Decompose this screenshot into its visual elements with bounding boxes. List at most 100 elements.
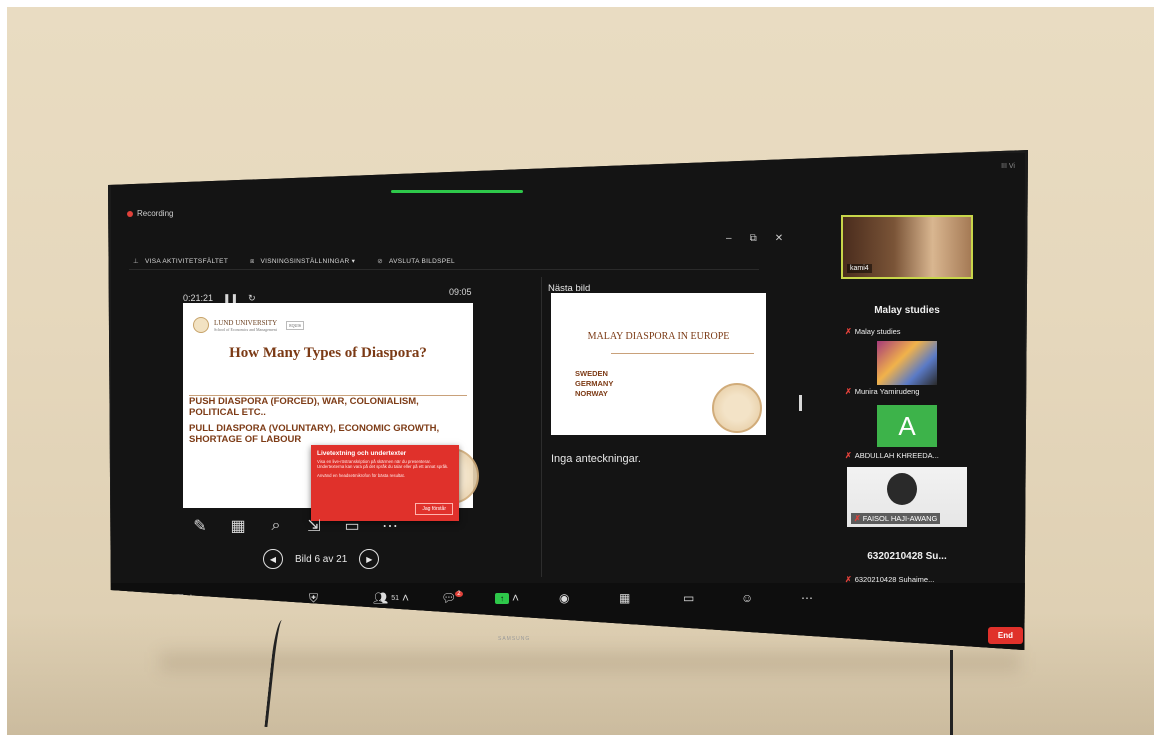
taskbar-icon: ⊥ bbox=[133, 258, 139, 265]
zoom-icon[interactable]: ⌕ bbox=[265, 515, 287, 537]
view-label[interactable]: III Vi bbox=[1001, 163, 1015, 170]
participant-name: FAISOL HAJI-AWANG bbox=[862, 514, 938, 523]
participant-row[interactable]: ✗ Malay studies bbox=[845, 327, 901, 336]
next-slide-item: SWEDEN bbox=[575, 369, 608, 378]
chevron-up-icon: ˄ bbox=[187, 591, 195, 605]
participant-name: ABDULLAH KHREEDA... bbox=[854, 451, 939, 460]
display-settings-label: VISNINGSINSTÄLLNINGAR ▾ bbox=[260, 258, 356, 265]
next-slide-seal-icon bbox=[712, 383, 762, 433]
popup-ok-button[interactable]: Jag förstår bbox=[415, 503, 453, 515]
slide-point-pull: PULL DIASPORA (VOLUNTARY), ECONOMIC GROW… bbox=[189, 423, 440, 445]
recording-dot-icon bbox=[127, 210, 133, 217]
apps-button[interactable]: ▦ bbox=[619, 591, 630, 605]
participant-row[interactable]: ✗ ABDULLAH KHREEDA... bbox=[845, 451, 939, 460]
muted-mic-icon: ✗ bbox=[845, 451, 852, 460]
active-speaker-name: kami4 bbox=[847, 264, 872, 273]
participant-row[interactable]: ✗ Munira Yamirudeng bbox=[845, 387, 919, 396]
participant-video bbox=[887, 473, 917, 505]
share-screen-icon: ↑ bbox=[495, 592, 509, 604]
pane-divider[interactable] bbox=[541, 277, 542, 577]
slide-counter: Bild 6 av 21 bbox=[295, 553, 348, 565]
show-taskbar-button[interactable]: ⊥ VISA AKTIVITETSFÄLTET bbox=[133, 257, 228, 266]
all-slides-icon[interactable]: ▦ bbox=[227, 515, 249, 537]
next-slide-rule bbox=[611, 353, 754, 354]
previous-slide-button[interactable]: ◀ bbox=[263, 549, 283, 569]
reactions-button[interactable]: ☺ bbox=[741, 591, 753, 605]
next-slide-button[interactable]: ▶ bbox=[359, 549, 380, 569]
reactions-icon: ☺ bbox=[741, 591, 754, 605]
recording-indicator: Recording bbox=[127, 209, 173, 218]
record-button[interactable]: ◉ bbox=[559, 591, 569, 605]
logo-text: LUND UNIVERSITY bbox=[214, 318, 278, 327]
security-button[interactable]: ⛨ bbox=[309, 591, 318, 606]
video-button[interactable]: ▣ ˄ bbox=[173, 591, 194, 605]
chat-badge: 2 bbox=[455, 591, 463, 597]
share-screen-button[interactable]: ↑ ˄ bbox=[495, 591, 519, 605]
participant-heading: 6320210428 Su... bbox=[867, 551, 947, 562]
tv-shadow bbox=[160, 652, 1020, 672]
shield-icon: ⛨ bbox=[309, 591, 319, 605]
window-controls: – ⧉ ✕ bbox=[726, 233, 783, 244]
participant-name: Munira Yamirudeng bbox=[854, 387, 920, 396]
chat-icon: 💬︎ bbox=[441, 591, 457, 605]
slide-navigation: ◀ Bild 6 av 21 ▶ bbox=[263, 549, 380, 569]
notes-scrollbar[interactable] bbox=[799, 395, 802, 411]
more-icon: ⋯ bbox=[801, 591, 813, 605]
next-slide-preview[interactable]: MALAY DIASPORA IN EUROPE SWEDEN GERMANY … bbox=[551, 293, 766, 435]
muted-mic-icon: ✗ bbox=[845, 387, 852, 396]
active-speaker-tile[interactable]: kami4 bbox=[841, 215, 973, 279]
end-meeting-button[interactable]: End bbox=[987, 627, 1023, 644]
video-off-icon: ▣ bbox=[173, 591, 185, 605]
participant-row: ✗ FAISOL HAJI-AWANG bbox=[851, 513, 941, 524]
whiteboard-icon: ▭ bbox=[683, 591, 695, 605]
participant-heading: Malay studies bbox=[874, 305, 940, 316]
presenter-tools: ✎ ▦ ⌕ ⇲ ▭ ⋯ bbox=[189, 515, 401, 537]
pen-icon[interactable]: ✎ bbox=[189, 515, 211, 537]
university-logo: LUND UNIVERSITY School of Economics and … bbox=[193, 317, 304, 333]
toolbar-divider bbox=[129, 269, 759, 270]
tv-brand-logo: SAMSUNG bbox=[498, 636, 531, 642]
next-slide-item: GERMANY bbox=[575, 379, 614, 388]
participant-avatar[interactable] bbox=[877, 341, 937, 385]
hdmi-cable bbox=[950, 650, 953, 740]
participants-button[interactable]: 👥︎ 51 ˄ bbox=[373, 591, 409, 605]
end-slideshow-label: AVSLUTA BILDSPEL bbox=[388, 258, 455, 265]
chevron-up-icon: ˄ bbox=[512, 591, 520, 605]
share-indicator-bar bbox=[391, 190, 523, 193]
participant-initial-avatar[interactable]: A bbox=[877, 405, 937, 447]
microphone-muted-icon: 🎤︎ bbox=[123, 591, 139, 605]
more-options-icon[interactable]: ⋯ bbox=[379, 515, 401, 537]
logo-subtitle: School of Economics and Management bbox=[214, 326, 277, 332]
popup-body: Visa en live-röstranskription på skärmen… bbox=[317, 459, 449, 470]
slide-point-push: PUSH DIASPORA (FORCED), WAR, COLONIALISM… bbox=[189, 396, 419, 418]
restore-icon[interactable]: ⧉ bbox=[750, 233, 757, 244]
university-seal-icon bbox=[193, 317, 209, 333]
muted-mic-icon: ✗ bbox=[854, 514, 861, 523]
chevron-up-icon: ˄ bbox=[402, 591, 410, 605]
chat-button[interactable]: 💬︎ 2 bbox=[441, 591, 463, 605]
subtitles-icon[interactable]: ▭ bbox=[341, 515, 363, 537]
slide-title: How Many Types of Diaspora? bbox=[229, 345, 427, 361]
display-icon: ⧈ bbox=[250, 258, 255, 265]
participant-video-tile[interactable]: ✗ FAISOL HAJI-AWANG bbox=[847, 467, 967, 527]
participants-count: 51 bbox=[391, 594, 400, 602]
end-slideshow-button[interactable]: ⊘ AVSLUTA BILDSPEL bbox=[377, 257, 455, 266]
mute-button[interactable]: 🎤︎ ˄ bbox=[123, 591, 148, 605]
whiteboard-button[interactable]: ▭ bbox=[683, 591, 694, 605]
next-slide-title: MALAY DIASPORA IN EUROPE bbox=[587, 331, 730, 342]
live-captions-popup: Livetextning och undertexter Visa en liv… bbox=[311, 445, 459, 521]
recording-label: Recording bbox=[137, 209, 174, 218]
close-icon[interactable]: ✕ bbox=[775, 233, 783, 244]
minimize-icon[interactable]: – bbox=[726, 233, 732, 244]
apps-icon: ▦ bbox=[619, 591, 631, 605]
chevron-up-icon: ˄ bbox=[141, 591, 149, 605]
display-settings-button[interactable]: ⧈ VISNINGSINSTÄLLNINGAR ▾ bbox=[250, 257, 355, 266]
muted-mic-icon: ✗ bbox=[845, 327, 852, 336]
pointer-icon[interactable]: ⇲ bbox=[303, 515, 325, 537]
popup-tip: Använd en headsetmikrofon för bästa resu… bbox=[317, 472, 405, 478]
end-show-icon: ⊘ bbox=[377, 258, 383, 265]
accreditation-badge: EQUIS bbox=[286, 320, 304, 330]
clock: 09:05 bbox=[449, 287, 472, 297]
record-icon: ◉ bbox=[559, 591, 570, 605]
more-button[interactable]: ⋯ bbox=[801, 591, 813, 605]
